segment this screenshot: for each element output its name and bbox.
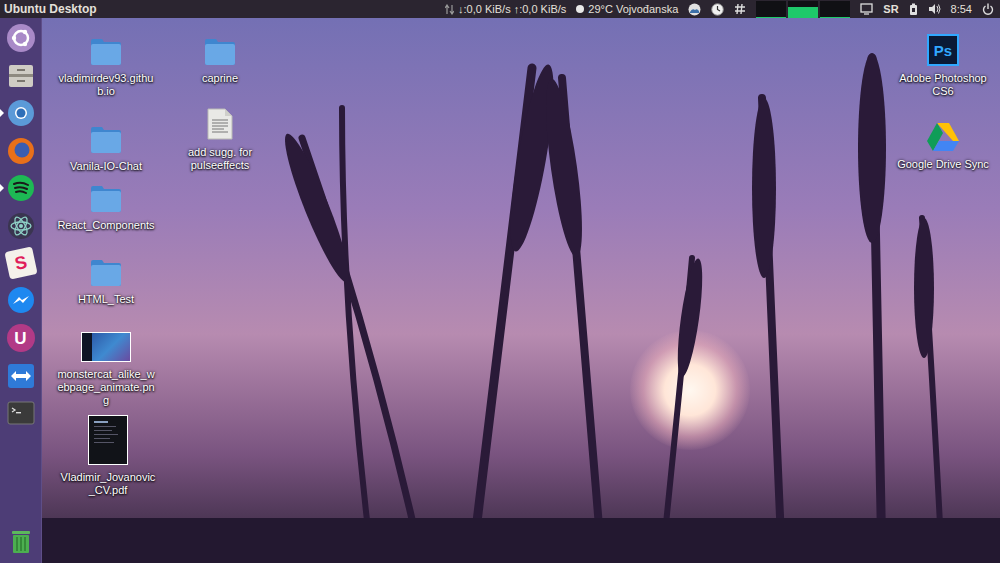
desktop-item[interactable]: add sugg. for pulseeffects — [170, 108, 270, 172]
running-indicator — [0, 184, 4, 192]
launcher-item[interactable] — [0, 60, 42, 92]
monitor-graph — [788, 1, 818, 18]
desktop-item-label: HTML_Test — [56, 293, 156, 306]
power-icon[interactable] — [982, 3, 994, 15]
terminal-icon — [6, 398, 36, 428]
files-icon — [6, 61, 36, 91]
ubuntu-desktop: Ubuntu Desktop ↓:0,0 KiB/s ↑:0,0 KiB/s 29°… — [0, 0, 1000, 563]
system-monitor[interactable] — [756, 1, 850, 18]
volume-icon[interactable] — [928, 3, 941, 15]
launcher-item[interactable] — [0, 525, 42, 557]
cloud-icon[interactable] — [688, 3, 701, 16]
desktop-item-label: Adobe Photoshop CS6 — [893, 72, 993, 98]
monitor-graph — [756, 1, 786, 18]
folder-icon — [90, 183, 122, 213]
spotify-icon — [6, 173, 36, 203]
clock[interactable]: 8:54 — [951, 4, 972, 15]
desktop-item[interactable]: Vladimir_Jovanovic_CV.pdf — [58, 415, 158, 497]
desktop-item-label: vladimirdev93.github.io — [56, 72, 156, 98]
network-indicator[interactable]: ↓:0,0 KiB/s ↑:0,0 KiB/s — [445, 4, 566, 15]
desktop-item[interactable]: HTML_Test — [56, 257, 156, 306]
desktop-item[interactable]: Ps Adobe Photoshop CS6 — [893, 34, 993, 98]
desktop: vladimirdev93.github.io Vanila-IO-Chat Rea… — [42, 18, 1000, 563]
chromium-icon — [6, 98, 36, 128]
desktop-item[interactable]: Vanila-IO-Chat — [56, 124, 156, 173]
weather-indicator[interactable]: 29°C Vojvođanska — [576, 4, 678, 15]
top-bar: Ubuntu Desktop ↓:0,0 KiB/s ↑:0,0 KiB/s 29°… — [0, 0, 1000, 18]
launcher-item[interactable] — [0, 397, 42, 429]
dash-icon — [6, 23, 36, 53]
desktop-item[interactable]: Google Drive Sync — [893, 122, 993, 171]
software-icon: U — [7, 324, 35, 352]
desktop-item-label: caprine — [170, 72, 270, 85]
launcher-item[interactable] — [0, 97, 42, 129]
launcher: SU — [0, 18, 42, 563]
keyboard-layout[interactable]: SR — [883, 4, 898, 15]
trash-icon — [6, 526, 36, 556]
display-icon[interactable] — [860, 3, 873, 15]
weather-dot-icon — [576, 5, 584, 13]
launcher-item[interactable]: S — [0, 247, 42, 279]
folder-icon — [90, 36, 122, 66]
window-title: Ubuntu Desktop — [4, 3, 97, 15]
atom-icon — [6, 211, 36, 241]
folder-icon — [90, 257, 122, 287]
desktop-item-label: Vladimir_Jovanovic_CV.pdf — [58, 471, 158, 497]
launcher-item[interactable] — [0, 210, 42, 242]
desktop-item-label: Vanila-IO-Chat — [56, 160, 156, 173]
google-drive-icon — [926, 122, 960, 152]
desktop-item[interactable]: caprine — [170, 36, 270, 85]
desktop-item-label: React_Components — [56, 219, 156, 232]
battery-icon[interactable] — [909, 3, 918, 16]
folder-icon — [204, 36, 236, 66]
desktop-item[interactable]: vladimirdev93.github.io — [56, 36, 156, 98]
launcher-item[interactable]: U — [0, 322, 42, 354]
desktop-item-label: monstercat_alike_webpage_animate.png — [56, 368, 156, 407]
folder-icon — [90, 124, 122, 154]
firefox-icon — [6, 136, 36, 166]
running-indicator — [0, 109, 4, 117]
network-arrows-icon — [445, 4, 454, 15]
desktop-item-label: add sugg. for pulseeffects — [170, 146, 270, 172]
messenger-icon — [6, 286, 36, 316]
pdf-thumbnail-icon — [88, 415, 128, 465]
desktop-item[interactable]: monstercat_alike_webpage_animate.png — [56, 332, 156, 407]
desktop-item-label: Google Drive Sync — [893, 158, 993, 171]
teamviewer-icon — [6, 361, 36, 391]
image-thumbnail-icon — [81, 332, 131, 362]
launcher-item[interactable] — [0, 285, 42, 317]
text-file-icon — [207, 108, 233, 140]
launcher-item[interactable] — [0, 172, 42, 204]
monitor-graph — [820, 1, 850, 18]
photoshop-icon: Ps — [927, 34, 959, 66]
slack-icon: S — [7, 249, 35, 277]
wallpaper-grass — [42, 18, 1000, 563]
clock-icon[interactable] — [711, 3, 724, 16]
slack-tray-icon[interactable] — [734, 3, 746, 15]
launcher-item[interactable] — [0, 360, 42, 392]
launcher-item[interactable] — [0, 22, 42, 54]
launcher-item[interactable] — [0, 135, 42, 167]
desktop-item[interactable]: React_Components — [56, 183, 156, 232]
